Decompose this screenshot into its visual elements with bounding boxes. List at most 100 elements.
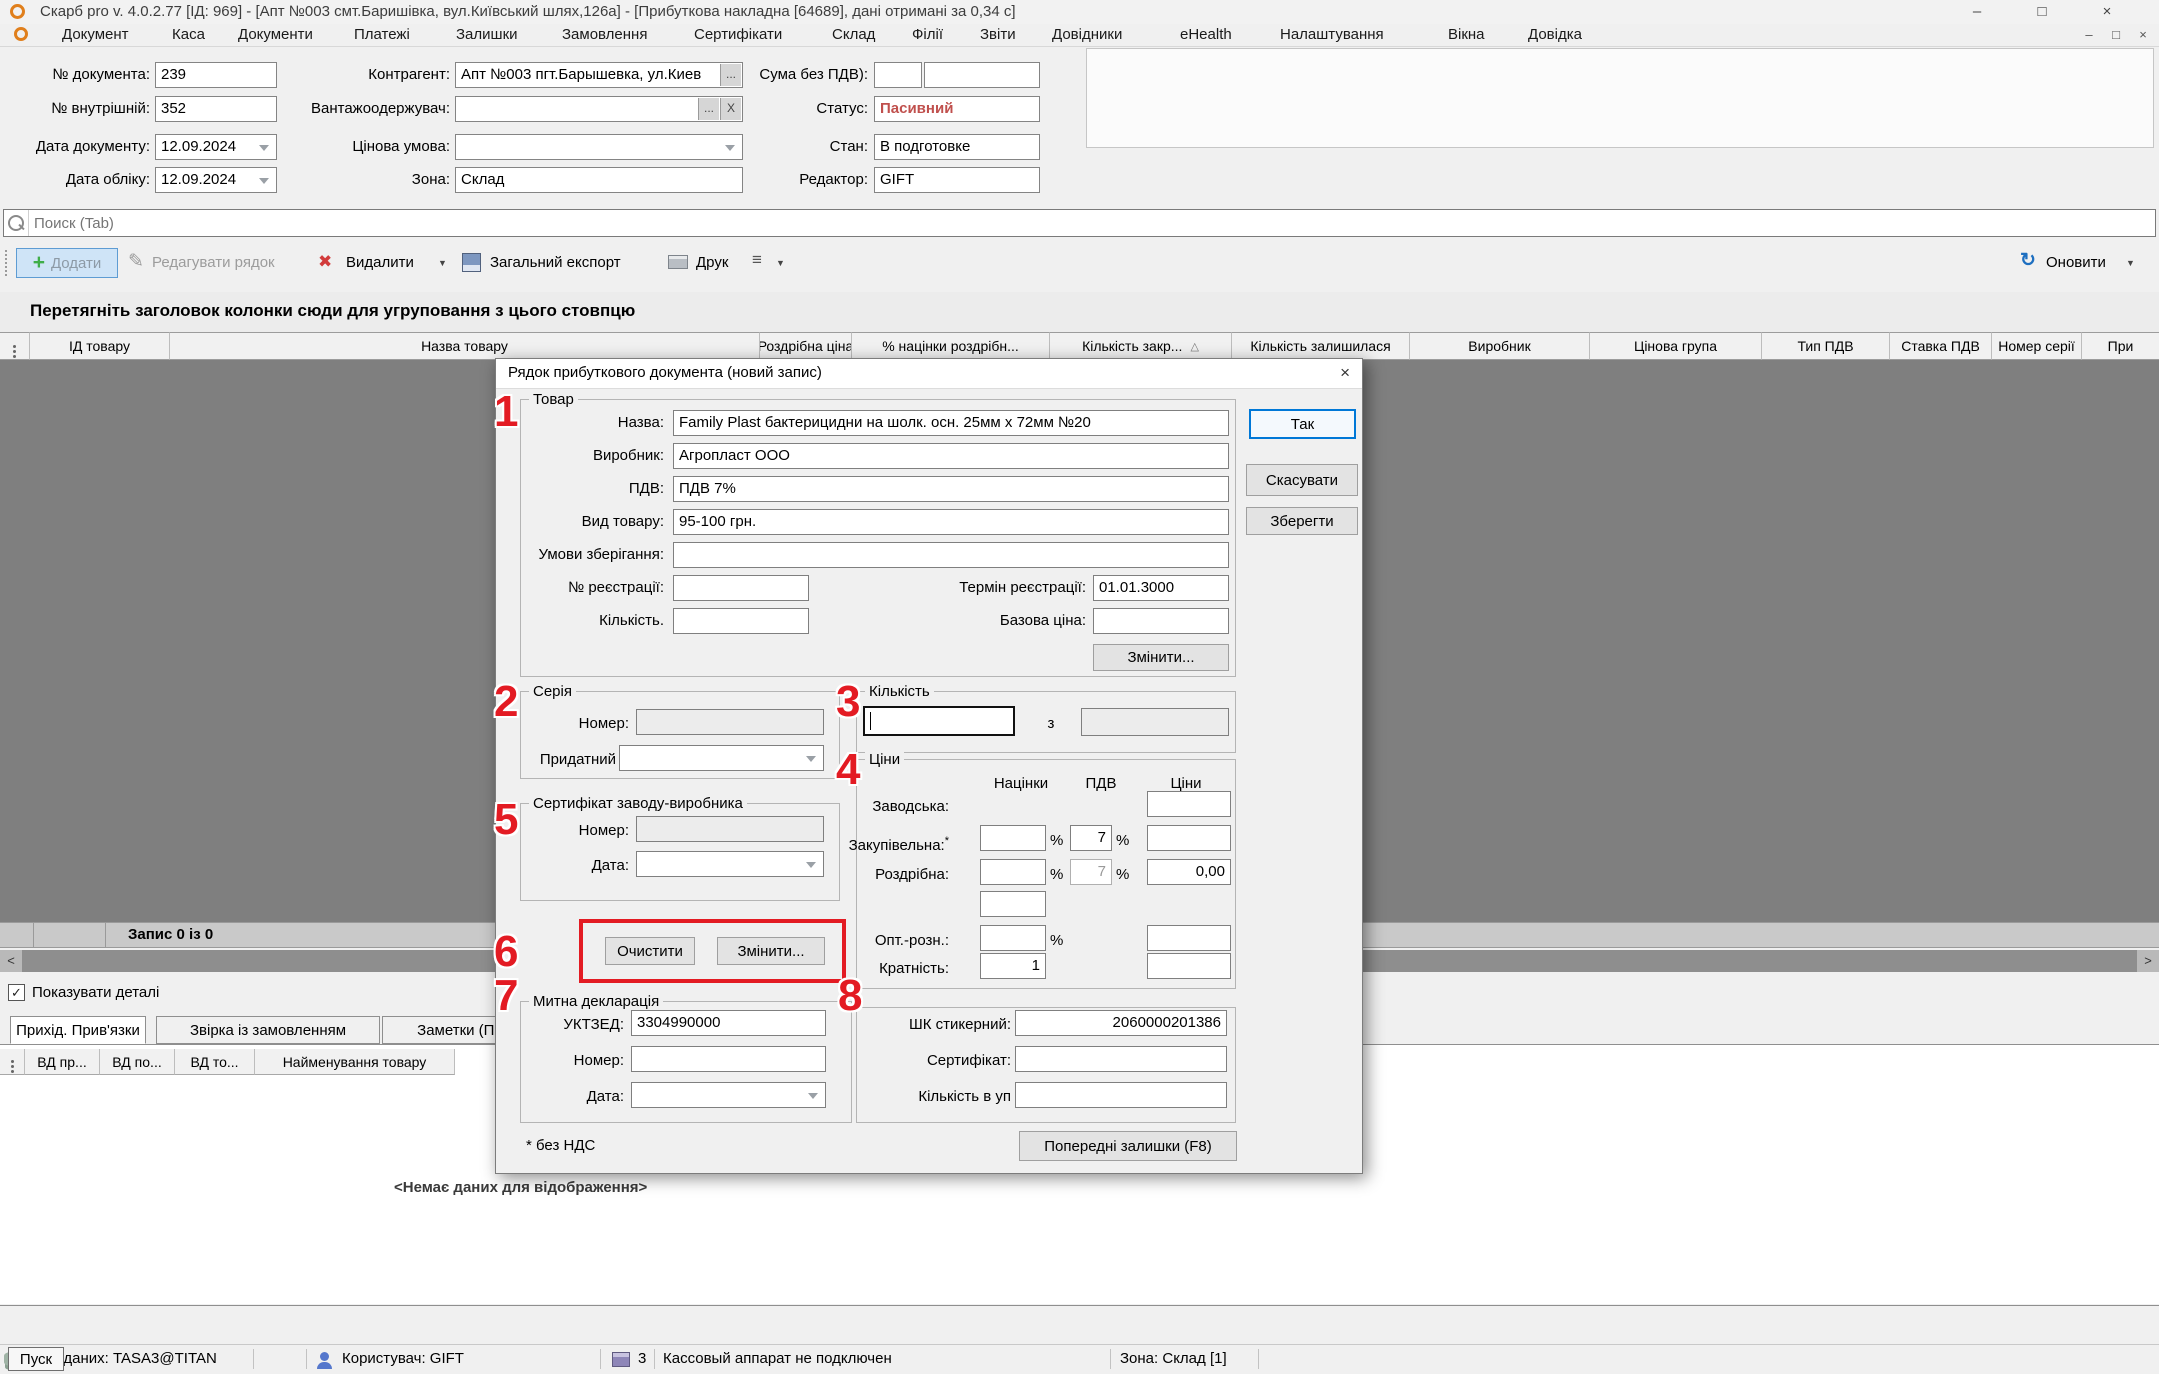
dialog-title-bar[interactable]: Рядок прибуткового документа (новий запи… bbox=[496, 359, 1362, 389]
qty-pack-field[interactable] bbox=[1015, 1082, 1227, 1108]
customs-date-combo[interactable] bbox=[631, 1082, 826, 1108]
dialog-close-icon[interactable]: × bbox=[1340, 363, 1350, 383]
browse-icon[interactable]: ... bbox=[698, 98, 719, 120]
list-dropdown-icon[interactable]: ▼ bbox=[776, 258, 785, 268]
factory-price-field[interactable] bbox=[1147, 791, 1231, 817]
column-vyrobnyk[interactable]: Виробник bbox=[1410, 332, 1590, 360]
menu-reports[interactable]: Звіти bbox=[980, 24, 1016, 46]
column-id-tovaru[interactable]: ІД товару bbox=[30, 332, 170, 360]
start-button[interactable]: Пуск bbox=[8, 1347, 64, 1371]
purchase-vat-input[interactable]: 7 bbox=[1070, 825, 1112, 851]
refresh-button[interactable]: Оновити bbox=[2046, 248, 2106, 278]
column-natsinky[interactable]: % націнки роздрібн... bbox=[852, 332, 1050, 360]
mdi-close-icon[interactable]: × bbox=[2131, 26, 2155, 44]
menu-document[interactable]: Документ bbox=[62, 24, 129, 46]
scroll-right-icon[interactable]: > bbox=[2137, 950, 2159, 972]
extra-markup-input[interactable] bbox=[980, 891, 1046, 917]
certificate-number-field[interactable] bbox=[636, 816, 824, 842]
menu-certificates[interactable]: Сертифікати bbox=[694, 24, 782, 46]
column-kilkist-zakr[interactable]: Кількість закр...△ bbox=[1050, 332, 1232, 360]
minimize-icon[interactable]: – bbox=[1955, 0, 1999, 24]
multiplicity-price-field[interactable] bbox=[1147, 953, 1231, 979]
series-valid-combo[interactable] bbox=[619, 745, 824, 771]
mdi-minimize-icon[interactable]: – bbox=[2077, 26, 2101, 44]
details-column-vd-pr[interactable]: ВД пр... bbox=[25, 1049, 100, 1075]
customs-number-field[interactable] bbox=[631, 1046, 826, 1072]
previous-remains-button[interactable]: Попередні залишки (F8) bbox=[1019, 1131, 1237, 1161]
sticker-certificate-field[interactable] bbox=[1015, 1046, 1227, 1072]
menu-windows[interactable]: Вікна bbox=[1448, 24, 1485, 46]
tab-zvirka[interactable]: Звірка із замовленням bbox=[156, 1016, 380, 1044]
menu-ehealth[interactable]: eHealth bbox=[1180, 24, 1232, 46]
shk-field[interactable]: 2060000201386 bbox=[1015, 1010, 1227, 1036]
purchase-price-field[interactable] bbox=[1147, 825, 1231, 851]
edit-row-button[interactable]: Редагувати рядок bbox=[152, 248, 275, 278]
price-condition-combo[interactable] bbox=[455, 134, 743, 160]
zone-field[interactable]: Склад bbox=[455, 167, 743, 193]
menu-documents[interactable]: Документи bbox=[238, 24, 313, 46]
print-button[interactable]: Друк bbox=[696, 248, 728, 278]
delete-button[interactable]: Видалити bbox=[346, 248, 414, 278]
delete-dropdown-icon[interactable]: ▼ bbox=[438, 258, 447, 268]
internal-number-field[interactable]: 352 bbox=[155, 96, 277, 122]
export-button[interactable]: Загальний експорт bbox=[490, 248, 621, 278]
menu-settings[interactable]: Налаштування bbox=[1280, 24, 1384, 46]
column-rozdribna-tsina[interactable]: Роздрібна ціна bbox=[760, 332, 852, 360]
contractor-field[interactable]: Апт №003 пгт.Барышевка, ул.Киев ... bbox=[455, 62, 743, 88]
quantity-total-field[interactable] bbox=[1081, 708, 1229, 736]
column-nazva-tovaru[interactable]: Назва товару bbox=[170, 332, 760, 360]
search-bar[interactable] bbox=[3, 209, 2156, 237]
ok-button[interactable]: Так bbox=[1249, 409, 1356, 439]
sum-no-vat-field-2[interactable] bbox=[924, 62, 1040, 88]
wholesale-price-field[interactable] bbox=[1147, 925, 1231, 951]
account-date-field[interactable]: 12.09.2024 bbox=[155, 167, 277, 193]
quantity-input-focused[interactable] bbox=[863, 706, 1015, 736]
cancel-button[interactable]: Скасувати bbox=[1246, 464, 1358, 496]
menu-help[interactable]: Довідка bbox=[1528, 24, 1582, 46]
wholesale-markup-input[interactable] bbox=[980, 925, 1046, 951]
base-price-field[interactable] bbox=[1093, 608, 1229, 634]
kind-field[interactable]: 95-100 грн. bbox=[673, 509, 1229, 535]
certificate-date-combo[interactable] bbox=[636, 851, 824, 877]
series-number-field[interactable] bbox=[636, 709, 824, 735]
close-icon[interactable]: × bbox=[2085, 0, 2129, 24]
list-icon[interactable]: ≡ bbox=[752, 250, 762, 270]
column-typ-pdv[interactable]: Тип ПДВ bbox=[1762, 332, 1890, 360]
column-kilkist-zalysh[interactable]: Кількість залишилася bbox=[1232, 332, 1410, 360]
menu-orders[interactable]: Замовлення bbox=[562, 24, 647, 46]
menu-directories[interactable]: Довідники bbox=[1052, 24, 1122, 46]
purchase-markup-input[interactable] bbox=[980, 825, 1046, 851]
doc-number-field[interactable]: 239 bbox=[155, 62, 277, 88]
maximize-icon[interactable]: □ bbox=[2020, 0, 2064, 24]
doc-date-field[interactable]: 12.09.2024 bbox=[155, 134, 277, 160]
column-stavka-pdv[interactable]: Ставка ПДВ bbox=[1890, 332, 1992, 360]
multiplicity-input[interactable]: 1 bbox=[980, 953, 1046, 979]
menu-branches[interactable]: Філії bbox=[912, 24, 943, 46]
reg-number-field[interactable] bbox=[673, 575, 809, 601]
add-button[interactable]: + Додати bbox=[16, 248, 118, 278]
manufacturer-field[interactable]: Агропласт ООО bbox=[673, 443, 1229, 469]
reg-term-field[interactable]: 01.01.3000 bbox=[1093, 575, 1229, 601]
menu-kasa[interactable]: Каса bbox=[172, 24, 205, 46]
name-field[interactable]: Family Plast бактерицидни на шолк. осн. … bbox=[673, 410, 1229, 436]
details-column-name[interactable]: Найменування товару bbox=[255, 1049, 455, 1075]
tab-prykhid-pryviazky[interactable]: Прихід. Прив'язки bbox=[10, 1016, 146, 1044]
toolbar-grip[interactable] bbox=[5, 250, 7, 276]
details-column-vd-to[interactable]: ВД то... bbox=[175, 1049, 255, 1075]
storage-field[interactable] bbox=[673, 542, 1229, 568]
menu-remains[interactable]: Залишки bbox=[456, 24, 518, 46]
consignee-field[interactable]: ... X bbox=[455, 96, 743, 122]
menu-payments[interactable]: Платежі bbox=[354, 24, 410, 46]
retail-price-field[interactable]: 0,00 bbox=[1147, 859, 1231, 885]
scroll-left-icon[interactable]: < bbox=[0, 950, 22, 972]
details-column-vd-po[interactable]: ВД по... bbox=[100, 1049, 175, 1075]
column-nomer-serii[interactable]: Номер серії bbox=[1992, 332, 2082, 360]
product-change-button[interactable]: Змінити... bbox=[1093, 644, 1229, 671]
uktzed-field[interactable]: 3304990000 bbox=[631, 1010, 826, 1036]
mdi-maximize-icon[interactable]: □ bbox=[2104, 26, 2128, 44]
sum-no-vat-field-1[interactable] bbox=[874, 62, 922, 88]
save-button[interactable]: Зберегти bbox=[1246, 507, 1358, 535]
menu-warehouse[interactable]: Склад bbox=[832, 24, 875, 46]
search-input[interactable] bbox=[32, 212, 2136, 234]
quantity-field[interactable] bbox=[673, 608, 809, 634]
